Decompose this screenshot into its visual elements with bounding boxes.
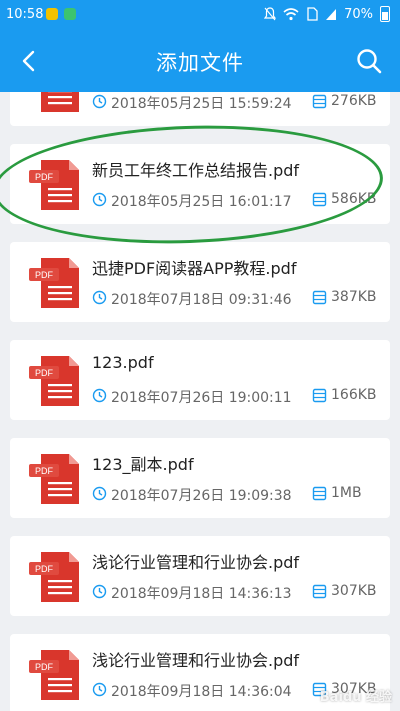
pdf-file-icon: PDF: [29, 160, 79, 210]
watermark: Baidu 经验: [319, 690, 392, 705]
pdf-file-icon: PDF: [29, 258, 79, 308]
file-item[interactable]: PDF 123_副本.pdf 2018年07月26日 19:09:38 1MB: [10, 438, 390, 518]
app-toolbar: 添加文件: [0, 30, 400, 92]
file-size: 1MB: [331, 485, 362, 501]
file-item[interactable]: PDF 迅捷PDF阅读器APP教程.pdf 2018年07月18日 09:31:…: [10, 242, 390, 322]
clock-icon: [92, 192, 107, 207]
file-date: 2018年07月26日 19:00:11: [111, 390, 292, 406]
sim-icon: [307, 7, 318, 21]
svg-text:PDF: PDF: [35, 466, 54, 476]
file-size: 166KB: [331, 387, 377, 403]
file-size: 307KB: [331, 583, 377, 599]
pdf-file-icon: PDF: [29, 650, 79, 700]
file-size: 276KB: [331, 93, 377, 109]
file-size: 586KB: [331, 191, 377, 207]
status-time: 10:58: [6, 7, 44, 22]
wifi-icon: [283, 8, 299, 21]
pdf-file-icon: PDF: [29, 552, 79, 602]
svg-text:PDF: PDF: [35, 368, 54, 378]
clock-icon: [92, 486, 107, 501]
file-name: 新员工年终工作总结报告.pdf: [92, 161, 300, 180]
status-bar: 10:58 70%: [0, 0, 400, 30]
signal-icon: [326, 9, 337, 20]
notification-app-icon: [46, 8, 58, 20]
file-date: 2018年05月25日 16:01:17: [111, 194, 292, 210]
storage-icon: [312, 94, 327, 109]
file-list[interactable]: PDF 2018年05月25日 15:59:24 276KB PDF: [0, 92, 400, 711]
pdf-file-icon: PDF: [41, 92, 79, 112]
clock-icon: [92, 94, 107, 109]
file-date: 2018年07月26日 19:09:38: [111, 488, 292, 504]
file-name: 123_副本.pdf: [92, 455, 194, 474]
battery-percent: 70%: [344, 6, 373, 22]
file-item[interactable]: PDF 2018年05月25日 15:59:24 276KB: [10, 92, 390, 126]
file-name: 浅论行业管理和行业协会.pdf: [92, 651, 300, 670]
search-button[interactable]: [352, 44, 386, 78]
svg-text:PDF: PDF: [35, 564, 54, 574]
svg-text:PDF: PDF: [35, 662, 54, 672]
file-item[interactable]: PDF 新员工年终工作总结报告.pdf 2018年05月25日 16:01:17…: [10, 144, 390, 224]
file-item[interactable]: PDF 浅论行业管理和行业协会.pdf 2018年09月18日 14:36:13…: [10, 536, 390, 616]
storage-icon: [312, 192, 327, 207]
clock-icon: [92, 388, 107, 403]
svg-text:PDF: PDF: [35, 172, 54, 182]
pdf-file-icon: PDF: [29, 454, 79, 504]
notifications-off-icon: [264, 7, 277, 21]
clock-icon: [92, 682, 107, 697]
battery-icon: [380, 6, 390, 22]
file-size: 387KB: [331, 289, 377, 305]
file-name: 迅捷PDF阅读器APP教程.pdf: [92, 259, 297, 278]
storage-icon: [312, 388, 327, 403]
file-date: 2018年07月18日 09:31:46: [111, 292, 292, 308]
clock-icon: [92, 584, 107, 599]
page-title: 添加文件: [156, 51, 244, 75]
file-date: 2018年05月25日 15:59:24: [111, 96, 292, 112]
storage-icon: [312, 486, 327, 501]
svg-text:PDF: PDF: [35, 270, 54, 280]
file-item[interactable]: PDF 123.pdf 2018年07月26日 19:00:11 166KB: [10, 340, 390, 420]
notification-app-icon: [64, 8, 76, 20]
file-name: 123.pdf: [92, 353, 154, 372]
storage-icon: [312, 584, 327, 599]
file-date: 2018年09月18日 14:36:04: [111, 684, 292, 700]
file-date: 2018年09月18日 14:36:13: [111, 586, 292, 602]
clock-icon: [92, 290, 107, 305]
storage-icon: [312, 290, 327, 305]
file-name: 浅论行业管理和行业协会.pdf: [92, 553, 300, 572]
pdf-file-icon: PDF: [29, 356, 79, 406]
